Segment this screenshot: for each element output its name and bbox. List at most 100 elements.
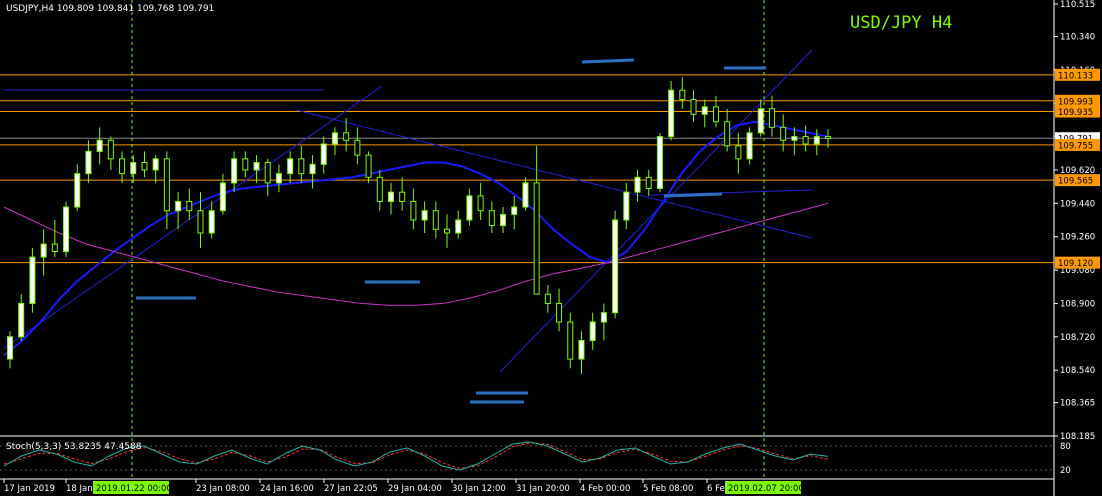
candle-body (612, 219, 619, 314)
time-label: 24 Jan 16:00 (260, 484, 314, 494)
candle-body (421, 210, 428, 221)
stoch-label: Stoch(5,3,3) 53.8235 47.4588 (6, 442, 142, 452)
time-label: 27 Jan 22:05 (324, 484, 378, 494)
candle-body (589, 321, 596, 342)
candle-body (320, 143, 327, 165)
candle-body (287, 158, 294, 175)
candle-body (264, 162, 271, 184)
candle-body (208, 210, 215, 234)
candle-body (130, 162, 137, 175)
candle-body (544, 293, 551, 304)
candle-body (455, 219, 462, 234)
candle-body (376, 176, 383, 202)
time-label: 4 Feb 00:00 (580, 484, 630, 494)
candle-body (757, 108, 764, 134)
level-label: 110.133 (1058, 71, 1093, 81)
candle-body (656, 136, 663, 189)
price-tick-label: 108.540 (1060, 366, 1095, 376)
marker-segment (581, 58, 635, 64)
candle-body (556, 302, 563, 323)
candle-body (735, 145, 742, 160)
price-tick-label: 109.260 (1060, 233, 1095, 243)
time-label: 30 Jan 12:00 (452, 484, 506, 494)
chart-window[interactable]: 110.515110.340110.160109.980109.800109.6… (0, 0, 1102, 496)
candle-body (231, 158, 238, 184)
price-tick-label: 108.900 (1060, 299, 1095, 309)
candle-body (40, 243, 47, 258)
candle-body (365, 154, 372, 178)
candle-body (768, 108, 775, 128)
candle-body (309, 163, 316, 175)
stoch-tick: 80 (1060, 442, 1071, 452)
candle-body (813, 136, 820, 145)
candle-body (141, 162, 148, 171)
candle-body (253, 162, 260, 171)
candle-body (634, 176, 641, 193)
chart-title: USD/JPY H4 (850, 13, 952, 33)
candle-body (511, 206, 518, 215)
candle-body (63, 206, 70, 253)
highlighted-time-label: 2019.01.22 00:00 (96, 484, 172, 494)
candle-body (163, 158, 170, 212)
candle-body (96, 139, 103, 152)
candle-body (522, 182, 529, 208)
price-tick-label: 108.720 (1060, 333, 1095, 343)
highlighted-time-label: 2019.02.07 20:00 (728, 484, 804, 494)
candle-body (175, 200, 182, 212)
candle-body (432, 210, 439, 230)
candle-body (275, 173, 282, 184)
stoch-tick: 20 (1060, 466, 1071, 476)
candle-body (354, 139, 361, 156)
candle-body (186, 200, 193, 212)
candle-body (533, 182, 540, 295)
candle-body (477, 195, 484, 212)
candle-body (578, 340, 585, 360)
time-label: 23 Jan 08:00 (196, 484, 250, 494)
candle-body (488, 210, 495, 227)
candle-body (343, 132, 350, 141)
candle-body (331, 132, 338, 145)
candle-body (802, 136, 809, 145)
time-label: 17 Jan 2019 (4, 484, 55, 494)
candle-body (712, 106, 719, 123)
candle-body (600, 312, 607, 323)
time-label: 31 Jan 20:00 (516, 484, 570, 494)
candle-body (500, 213, 507, 227)
candle-body (29, 256, 36, 304)
candle-body (645, 176, 652, 189)
price-tick-label: 109.440 (1060, 199, 1095, 209)
candle-body (746, 132, 753, 160)
candle-body (51, 243, 58, 253)
candle-body (119, 158, 126, 175)
chart-canvas[interactable]: 110.515110.340110.160109.980109.800109.6… (0, 0, 1102, 496)
candle-body (780, 126, 787, 141)
symbol-info: USDJPY,H4 109.809 109.841 109.768 109.79… (6, 4, 214, 14)
price-tick-label: 108.185 (1060, 432, 1095, 442)
candle-body (7, 336, 13, 360)
time-label: 29 Jan 04:00 (388, 484, 442, 494)
level-label: 109.120 (1058, 259, 1093, 269)
time-label: 5 Feb 08:00 (643, 484, 693, 494)
candle-body (387, 191, 394, 202)
level-label: 109.755 (1058, 141, 1093, 151)
candle-body (567, 321, 574, 360)
candle-body (701, 106, 708, 115)
candle-body (724, 121, 731, 147)
candle-body (668, 89, 675, 138)
candle-body (690, 98, 697, 115)
price-tick-label: 110.340 (1060, 32, 1095, 42)
candle-body (444, 228, 451, 234)
level-label: 109.935 (1058, 108, 1093, 118)
candle-body (399, 191, 406, 202)
candle-body (825, 136, 831, 139)
candle-body (197, 210, 204, 234)
price-tick-label: 110.515 (1060, 0, 1095, 10)
candle-body (466, 195, 473, 221)
candle-body (152, 158, 159, 171)
candle-body (74, 173, 81, 208)
candle-body (219, 182, 226, 212)
price-tick-label: 108.365 (1060, 399, 1095, 409)
candle-body (298, 158, 305, 175)
level-label: 109.565 (1058, 177, 1093, 187)
candle-body (791, 136, 798, 141)
